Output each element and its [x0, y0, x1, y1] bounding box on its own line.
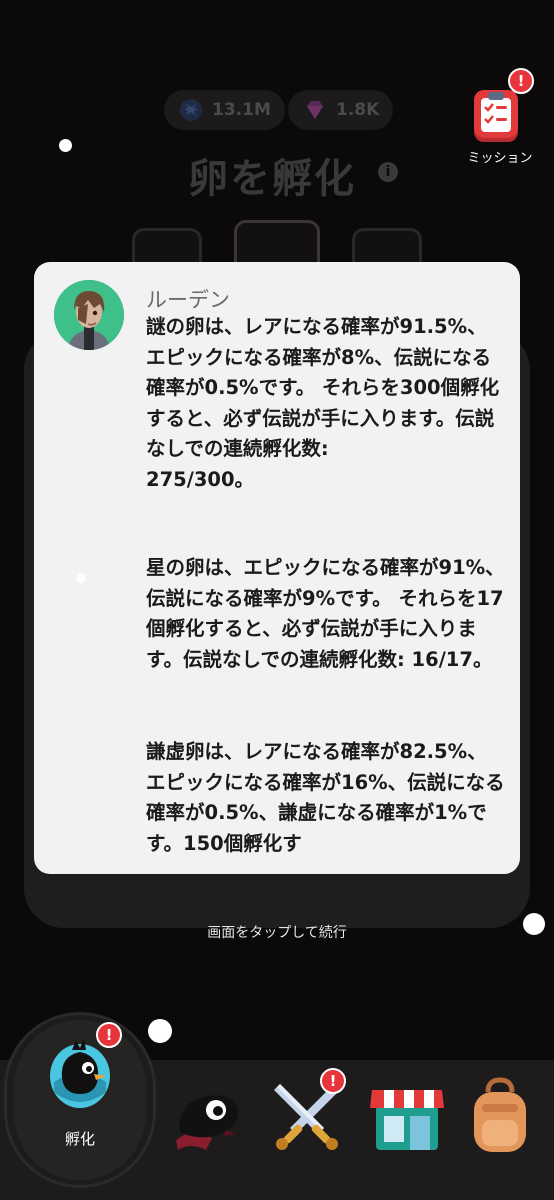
- currency-stars-pill[interactable]: 13.1M: [164, 90, 285, 130]
- dialog-text: 謎の卵は、レアになる確率が91.5%、エピックになる確率が8%、伝説になる確率が…: [146, 312, 506, 868]
- character-portrait-icon: [54, 280, 124, 350]
- dialog-paragraph: 謙虚卵は、レアになる確率が82.5%、エピックになる確率が16%、伝説になる確率…: [146, 740, 505, 855]
- nav-item-pets[interactable]: [166, 1078, 246, 1158]
- shop-icon: [370, 1090, 444, 1150]
- npc-avatar: [54, 280, 124, 350]
- particle-dot: [76, 573, 86, 583]
- nav-label-hatch: 孵化: [64, 1130, 95, 1148]
- hatch-alert-badge: !: [96, 1022, 122, 1048]
- currency-gems-pill[interactable]: 1.8K: [288, 90, 394, 130]
- dialog-paragraph: 謎の卵は、レアになる確率が91.5%、エピックになる確率が8%、伝説になる確率が…: [146, 315, 500, 491]
- black-creature-icon: [176, 1095, 238, 1150]
- mission-label: ミッション: [467, 151, 533, 166]
- tap-to-continue-hint[interactable]: 画面をタップして続行: [0, 922, 554, 942]
- nav-item-bag[interactable]: [468, 1076, 532, 1156]
- nav-item-shop[interactable]: [366, 1080, 448, 1154]
- currency-gems-value: 1.8K: [336, 100, 380, 120]
- info-icon[interactable]: i: [378, 162, 398, 182]
- battle-alert-badge: !: [320, 1068, 346, 1094]
- star-cluster-icon: [180, 99, 202, 121]
- particle-dot: [59, 139, 72, 152]
- page-title: 卵を孵化: [188, 156, 356, 202]
- currency-stars-value: 13.1M: [212, 100, 271, 120]
- particle-dot: [148, 1019, 172, 1043]
- npc-name: ルーデン: [146, 288, 230, 312]
- gem-icon: [307, 101, 323, 119]
- mission-alert-badge: !: [508, 68, 534, 94]
- dialog-paragraph: 星の卵は、エピックになる確率が91%、伝説になる確率が9%です。 それらを17個…: [146, 556, 505, 671]
- backpack-icon: [474, 1077, 526, 1152]
